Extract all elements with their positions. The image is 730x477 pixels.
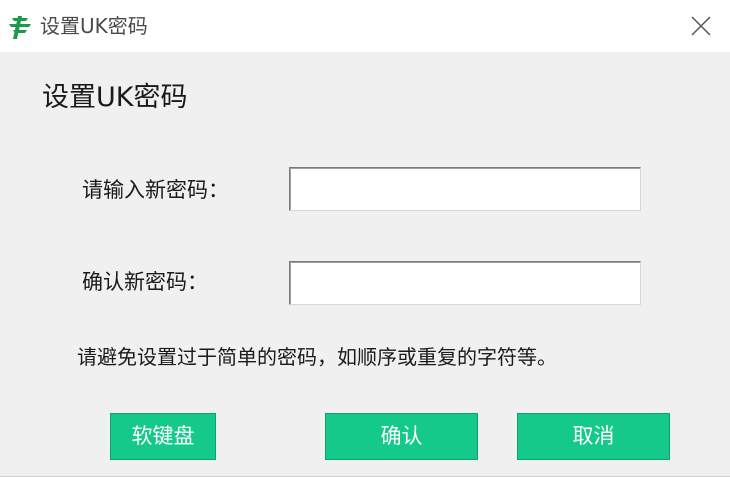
window-title: 设置UK密码 [40,14,148,38]
title-bar: 设置UK密码 [0,0,730,52]
cancel-button[interactable]: 取消 [517,413,670,460]
close-icon [691,16,711,36]
new-password-label: 请输入新密码： [82,178,229,202]
password-hint: 请避免设置过于简单的密码，如顺序或重复的字符等。 [77,345,557,369]
soft-keyboard-button[interactable]: 软键盘 [110,413,216,460]
confirm-password-label: 确认新密码： [82,270,208,294]
close-button[interactable] [672,0,730,52]
new-password-input[interactable] [289,167,641,211]
dialog-heading: 设置UK密码 [42,82,188,113]
set-uk-password-window: 设置UK密码 设置UK密码 请输入新密码： 确认新密码： 请避免设置过于简单的密… [0,0,730,477]
bank-logo-icon [4,12,34,42]
confirm-password-input[interactable] [289,261,641,305]
confirm-button[interactable]: 确认 [325,413,478,460]
